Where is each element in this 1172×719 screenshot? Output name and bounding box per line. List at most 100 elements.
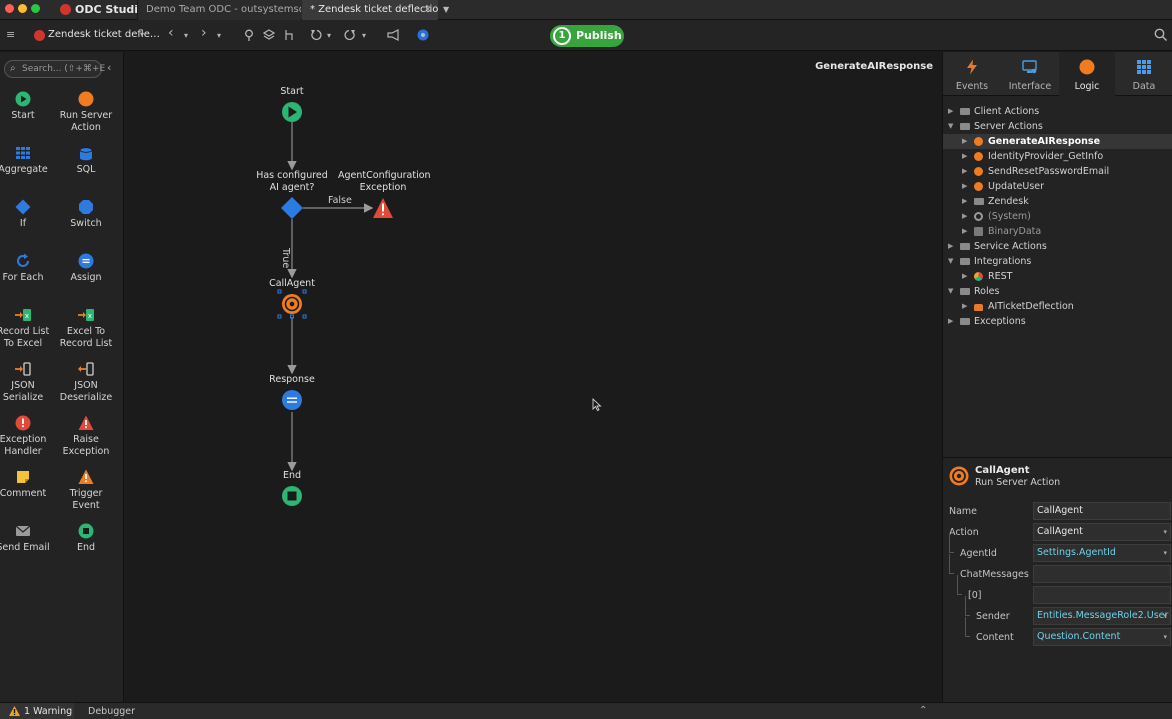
tool-exception-handler[interactable]: Exception Handler: [0, 415, 53, 458]
collapse-toolbox-icon[interactable]: ‹: [107, 61, 111, 74]
flow-node-call-agent[interactable]: [277, 289, 307, 319]
tree-expand-icon[interactable]: ▶: [962, 269, 967, 284]
tool-run-server-action[interactable]: Run Server Action: [56, 91, 116, 134]
property-value-field[interactable]: [1033, 586, 1171, 604]
tree-item[interactable]: ▶ UpdateUser: [943, 179, 1172, 194]
tree-item[interactable]: ▶ Zendesk: [943, 194, 1172, 209]
tree-expand-icon[interactable]: ▶: [962, 224, 967, 239]
chevron-down-icon[interactable]: ▾: [1163, 608, 1167, 624]
tool-for-each[interactable]: For Each: [0, 253, 53, 284]
tool-json-serialize[interactable]: JSON Serialize: [0, 361, 53, 404]
property-value-field[interactable]: Settings.AgentId ▾: [1033, 544, 1171, 562]
tool-send-email[interactable]: Send Email: [0, 523, 53, 554]
tab-list-dropdown-icon[interactable]: ▼: [443, 0, 449, 20]
chevron-down-icon[interactable]: ▾: [1163, 545, 1167, 561]
tree-item[interactable]: ▶ (System): [943, 209, 1172, 224]
property-value-field[interactable]: CallAgent: [1033, 502, 1171, 520]
flow-node-if[interactable]: [281, 197, 303, 219]
undo-history-dropdown-icon[interactable]: ▾: [327, 29, 331, 43]
tree-collapse-icon[interactable]: ▼: [948, 284, 953, 299]
tool-if[interactable]: If: [0, 199, 53, 230]
close-tab-icon[interactable]: ×: [424, 0, 432, 20]
tree-item[interactable]: ▶ IdentityProvider_GetInfo: [943, 149, 1172, 164]
tree-expand-icon[interactable]: ▶: [962, 134, 967, 149]
publish-button[interactable]: 1 Publish: [550, 25, 624, 47]
tree-expand-icon[interactable]: ▶: [962, 209, 967, 224]
property-value-field[interactable]: CallAgent ▾: [1033, 523, 1171, 541]
redo-history-dropdown-icon[interactable]: ▾: [362, 29, 366, 43]
tab-interface[interactable]: Interface: [1001, 52, 1059, 96]
tool-assign[interactable]: Assign: [56, 253, 116, 284]
back-button[interactable]: ‹: [168, 26, 174, 40]
tool-trigger-event[interactable]: Trigger Event: [56, 469, 116, 512]
expand-bottom-panel-icon[interactable]: ⌃: [919, 705, 927, 716]
tree-expand-icon[interactable]: ▶: [962, 194, 967, 209]
megaphone-icon[interactable]: [387, 29, 400, 41]
tree-expand-icon[interactable]: ▶: [948, 314, 953, 329]
tree-collapse-icon[interactable]: ▼: [948, 254, 953, 269]
zoom-window-button[interactable]: [31, 4, 40, 13]
tree-expand-icon[interactable]: ▶: [948, 239, 953, 254]
tree-item[interactable]: ▼ Integrations: [943, 254, 1172, 269]
tab-logic[interactable]: Logic: [1059, 52, 1115, 96]
chevron-down-icon[interactable]: ▾: [1163, 629, 1167, 645]
close-window-button[interactable]: [5, 4, 14, 13]
flow-node-start[interactable]: [282, 102, 302, 122]
redo-icon[interactable]: [344, 29, 356, 41]
tool-sql[interactable]: SQL: [56, 145, 116, 176]
toolbox-search-input[interactable]: ⌕ Search... (⇧+⌘+E: [4, 60, 105, 78]
tree-item[interactable]: ▼ Roles: [943, 284, 1172, 299]
help-icon[interactable]: [417, 29, 429, 41]
flow-canvas[interactable]: GenerateAIResponse Start Has configured …: [125, 52, 941, 702]
hamburger-menu-icon[interactable]: ≡: [6, 28, 15, 42]
location-pin-icon[interactable]: [244, 29, 254, 42]
tree-item[interactable]: ▶ GenerateAIResponse: [943, 134, 1172, 149]
flow-node-raise-exception[interactable]: [373, 198, 393, 218]
property-value-field[interactable]: Question.Content ▾: [1033, 628, 1171, 646]
merge-icon[interactable]: [283, 29, 295, 41]
tree-item[interactable]: ▶ Client Actions: [943, 104, 1172, 119]
window-tab-zendesk[interactable]: * Zendesk ticket deflection ×: [302, 0, 438, 20]
tree-item[interactable]: ▶ SendResetPasswordEmail: [943, 164, 1172, 179]
tree-expand-icon[interactable]: ▶: [962, 164, 967, 179]
warnings-tab[interactable]: 1 Warning: [0, 703, 74, 719]
tool-start[interactable]: Start: [0, 91, 53, 122]
tree-expand-icon[interactable]: ▶: [962, 299, 967, 314]
tree-item[interactable]: ▶ Service Actions: [943, 239, 1172, 254]
property-value-field[interactable]: [1033, 565, 1171, 583]
tree-item[interactable]: ▶ AITicketDeflection: [943, 299, 1172, 314]
forward-history-dropdown-icon[interactable]: ▾: [217, 29, 221, 43]
tree-expand-icon[interactable]: ▶: [962, 149, 967, 164]
tree-item[interactable]: ▼ Server Actions: [943, 119, 1172, 134]
tab-events[interactable]: Events: [943, 52, 1001, 96]
flow-node-response[interactable]: [282, 390, 302, 410]
back-history-dropdown-icon[interactable]: ▾: [184, 29, 188, 43]
tool-aggregate[interactable]: Aggregate: [0, 145, 53, 176]
forward-button[interactable]: ›: [201, 26, 207, 40]
layers-icon[interactable]: [263, 29, 275, 41]
tool-json-deserialize[interactable]: JSON Deserialize: [56, 361, 116, 404]
properties-panel: CallAgent Run Server Action Name CallAgen…: [943, 457, 1172, 702]
undo-icon[interactable]: [310, 29, 322, 41]
tree-item[interactable]: ▶ Exceptions: [943, 314, 1172, 329]
minimize-window-button[interactable]: [18, 4, 27, 13]
chevron-down-icon[interactable]: ▾: [1163, 524, 1167, 540]
window-tab-demo-team[interactable]: Demo Team ODC - outsystemsdt.ou…: [137, 0, 301, 20]
property-value-field[interactable]: Entities.MessageRole2.User ▾: [1033, 607, 1171, 625]
tool-excel-to-record-list[interactable]: x Excel To Record List: [56, 307, 116, 350]
tree-collapse-icon[interactable]: ▼: [948, 119, 953, 134]
tree-item[interactable]: ▶ REST: [943, 269, 1172, 284]
tool-record-list-to-excel[interactable]: x Record List To Excel: [0, 307, 53, 350]
tree-expand-icon[interactable]: ▶: [962, 179, 967, 194]
tool-switch[interactable]: Switch: [56, 199, 116, 230]
tree-expand-icon[interactable]: ▶: [948, 104, 953, 119]
tool-end[interactable]: End: [56, 523, 116, 554]
search-icon[interactable]: [1154, 28, 1168, 42]
tree-item[interactable]: ▶ BinaryData: [943, 224, 1172, 239]
module-selector[interactable]: Zendesk ticket defle… ▾: [30, 26, 160, 45]
debugger-tab[interactable]: Debugger: [88, 706, 135, 717]
tool-comment[interactable]: Comment: [0, 469, 53, 500]
flow-node-end[interactable]: [282, 486, 302, 506]
tab-data[interactable]: Data: [1115, 52, 1172, 96]
tool-raise-exception[interactable]: Raise Exception: [56, 415, 116, 458]
